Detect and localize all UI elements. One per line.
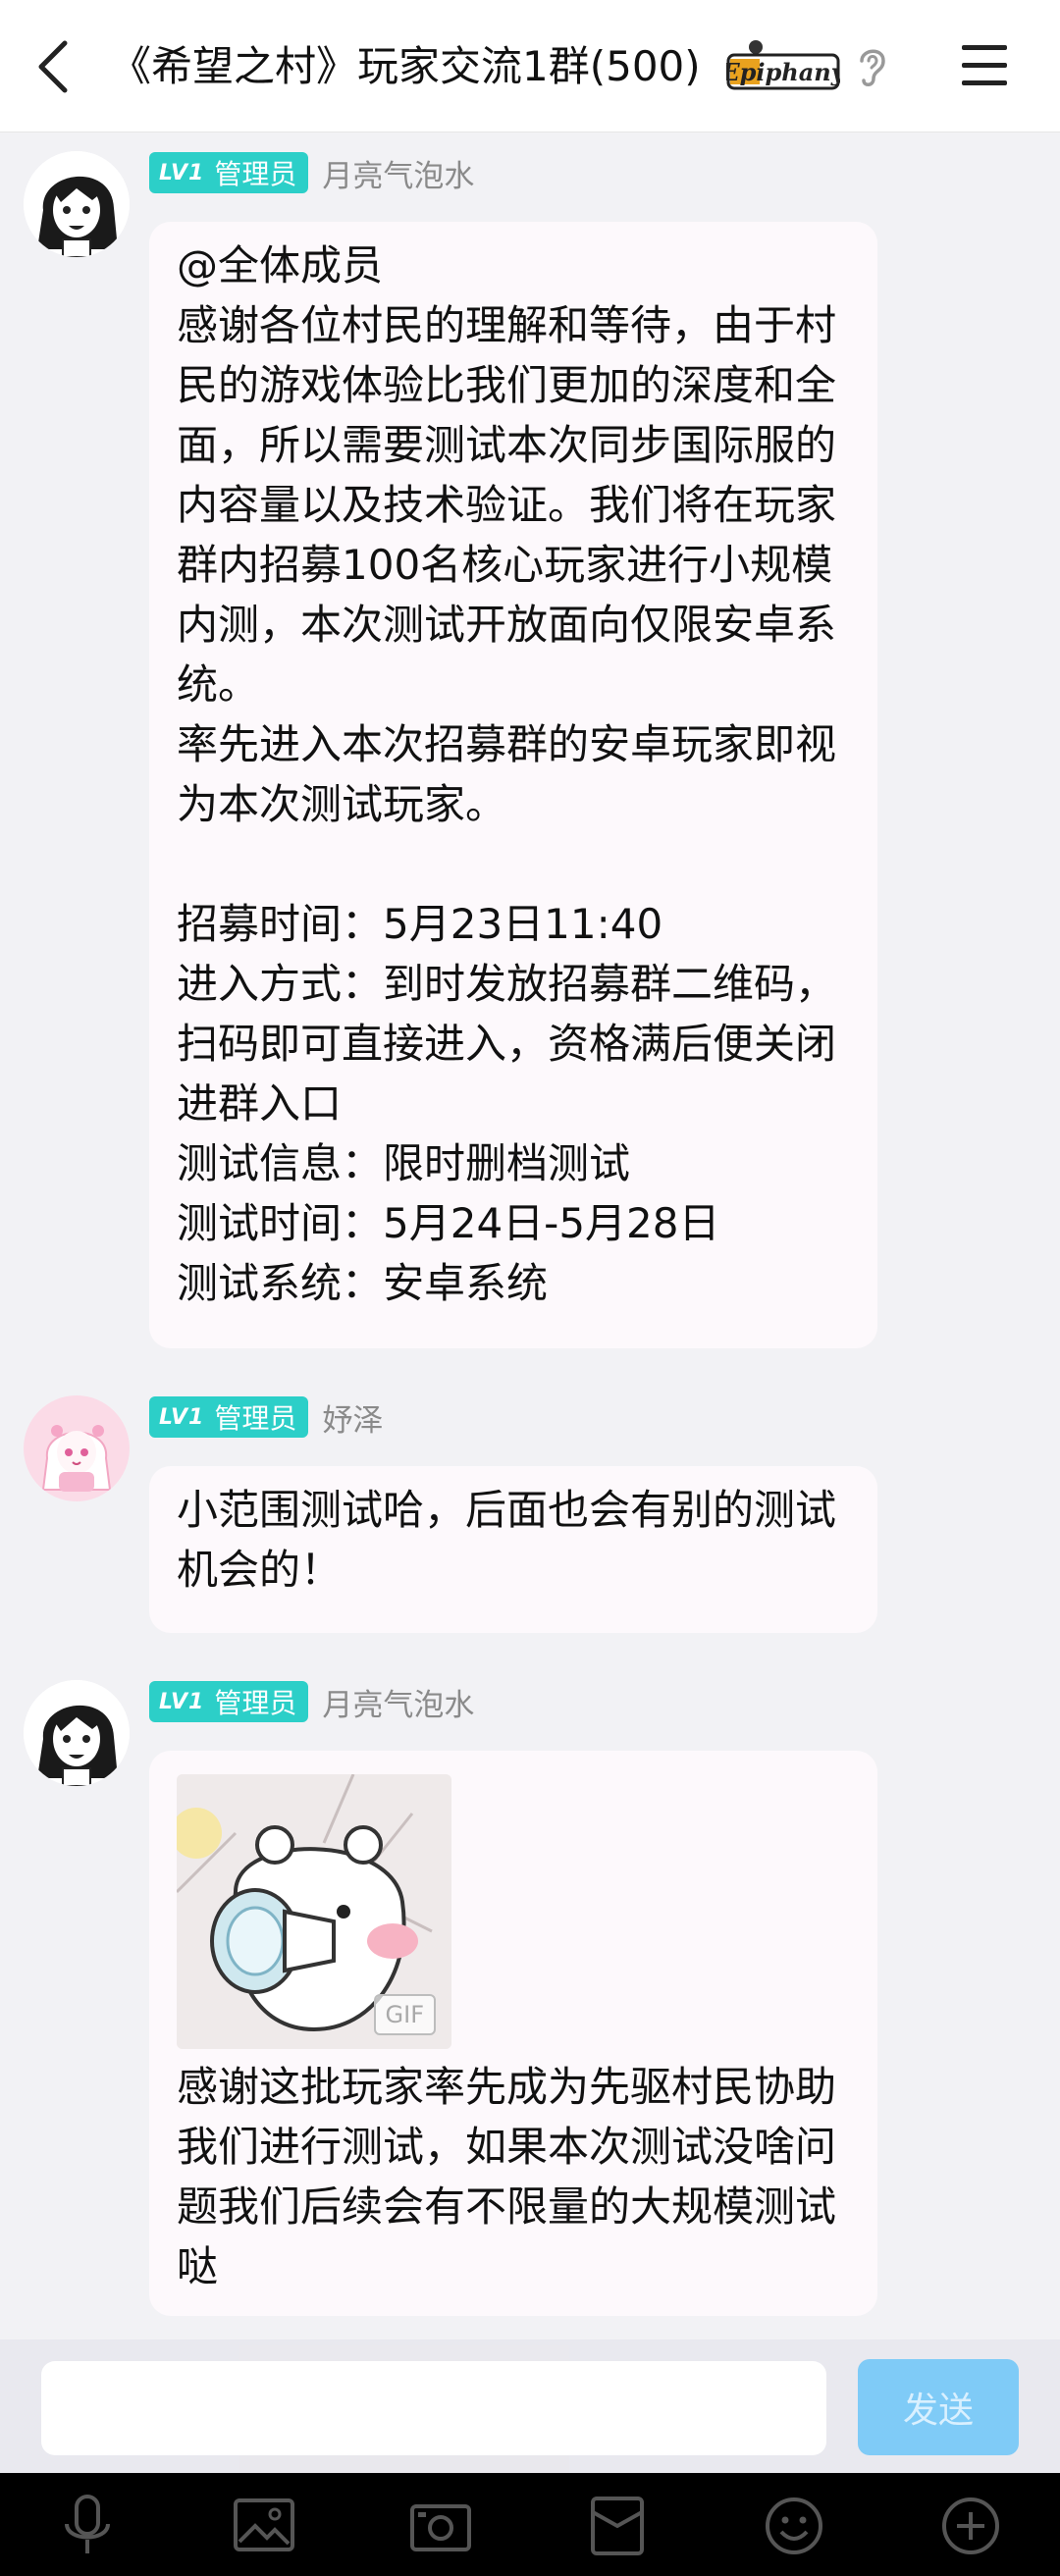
- chat-header: 《希望之村》玩家交流1群(500) Epiphany: [0, 0, 1060, 132]
- level-label: LV1: [159, 1404, 205, 1430]
- back-arrow-icon[interactable]: [29, 37, 79, 96]
- menu-icon[interactable]: [958, 39, 1013, 92]
- chat-title[interactable]: 《希望之村》玩家交流1群(500): [110, 33, 718, 100]
- message-text: 感谢这批玩家率先成为先驱村民协助我们进行测试，如果本次测试没啥问题我们后续会有不…: [177, 2063, 837, 2290]
- input-bar: 发送: [0, 2339, 1060, 2473]
- brand-logo: Epiphany: [726, 40, 840, 90]
- sender-meta: LV1 管理员 妤泽: [149, 1395, 383, 1439]
- ear-mode-icon[interactable]: [852, 41, 891, 90]
- message-text: @全体成员 感谢各位村民的理解和等待，由于村民的游戏体验比我们更加的深度和全面，…: [177, 241, 837, 1307]
- role-badge: LV1 管理员: [149, 1396, 309, 1438]
- anime-avatar-icon: [24, 1680, 130, 1786]
- send-button[interactable]: 发送: [858, 2359, 1019, 2455]
- image-icon[interactable]: [230, 2493, 298, 2559]
- role-label: 管理员: [214, 1402, 297, 1435]
- avatar[interactable]: [24, 1395, 130, 1501]
- message-bubble[interactable]: GIF 感谢这批玩家率先成为先驱村民协助我们进行测试，如果本次测试没啥问题我们后…: [149, 1751, 877, 2316]
- plus-icon[interactable]: [936, 2493, 1005, 2559]
- anime-avatar-icon: [24, 151, 130, 257]
- sender-meta: LV1 管理员 月亮气泡水: [149, 1680, 474, 1723]
- anime-girl-avatar-icon: [24, 1395, 130, 1501]
- sender-name[interactable]: 妤泽: [322, 1395, 383, 1440]
- red-packet-icon[interactable]: [583, 2493, 652, 2559]
- sender-name[interactable]: 月亮气泡水: [322, 1680, 474, 1724]
- role-label: 管理员: [214, 1687, 297, 1719]
- camera-icon[interactable]: [406, 2493, 475, 2559]
- emoji-icon[interactable]: [760, 2493, 828, 2559]
- microphone-icon[interactable]: [53, 2493, 122, 2559]
- role-badge: LV1 管理员: [149, 1681, 309, 1722]
- avatar[interactable]: [24, 1680, 130, 1786]
- level-label: LV1: [159, 1689, 205, 1714]
- sender-name[interactable]: 月亮气泡水: [322, 151, 474, 195]
- message-input[interactable]: [41, 2361, 826, 2455]
- sender-meta: LV1 管理员 月亮气泡水: [149, 151, 474, 194]
- message-text: 小范围测试哈，后面也会有别的测试机会的！: [177, 1486, 837, 1594]
- role-badge: LV1 管理员: [149, 152, 309, 193]
- gif-badge: GIF: [373, 1994, 436, 2035]
- message-bubble[interactable]: 小范围测试哈，后面也会有别的测试机会的！: [149, 1466, 877, 1633]
- gif-sticker[interactable]: GIF: [177, 1774, 451, 2049]
- message-bubble[interactable]: @全体成员 感谢各位村民的理解和等待，由于村民的游戏体验比我们更加的深度和全面，…: [149, 222, 877, 1348]
- role-label: 管理员: [214, 158, 297, 190]
- svg-text:Epiphany: Epiphany: [726, 58, 840, 86]
- level-label: LV1: [159, 160, 205, 185]
- avatar[interactable]: [24, 151, 130, 257]
- bottom-toolbar: [0, 2473, 1060, 2576]
